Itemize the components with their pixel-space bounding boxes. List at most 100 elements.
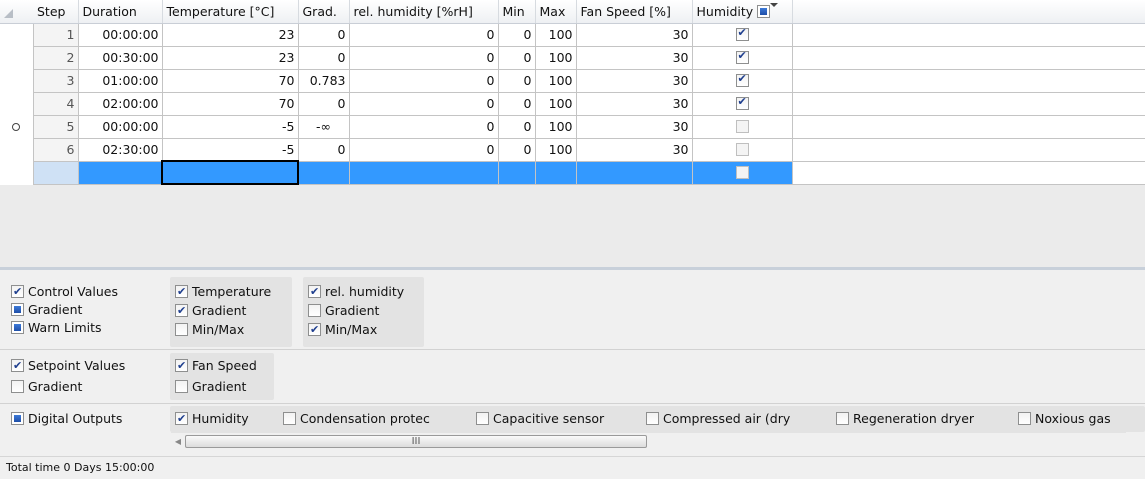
temperature-gradient-checkbox[interactable]: Gradient (175, 302, 246, 319)
temperature-minmax-checkbox[interactable]: Min/Max (175, 321, 244, 338)
scrollbar-thumb[interactable]: III (185, 435, 647, 448)
temperature-minmax-box[interactable] (175, 323, 188, 336)
options-horizontal-scrollbar[interactable]: ◀ III (171, 432, 1126, 449)
setpoint-values-box[interactable] (11, 357, 24, 374)
digital-output-checkbox[interactable]: Regeneration dryer (836, 410, 974, 427)
cell-grad[interactable]: 0 (297, 137, 350, 162)
cell-fan-speed[interactable]: 30 (575, 137, 693, 162)
cell-fan-speed[interactable]: 30 (575, 68, 693, 93)
cell-step[interactable]: 6 (32, 137, 79, 162)
cell-rel-humidity[interactable]: 0 (348, 91, 499, 116)
row-header[interactable] (0, 138, 34, 161)
col-header-duration[interactable]: Duration (78, 0, 163, 24)
cell-temperature[interactable]: 70 (161, 68, 299, 93)
cell-max[interactable]: 100 (534, 91, 577, 116)
rel-humidity-minmax-checkbox[interactable]: Min/Max (308, 321, 377, 338)
cell-grad[interactable]: 0.783 (297, 68, 350, 93)
humidity-checkbox[interactable] (735, 166, 749, 179)
cell-min[interactable]: 0 (497, 68, 536, 93)
control-gradient-checkbox[interactable]: Gradient (11, 301, 82, 318)
cell-max[interactable]: 100 (534, 45, 577, 70)
setpoint-gradient-checkbox[interactable]: Gradient (11, 378, 82, 395)
cell-min[interactable]: 0 (497, 137, 536, 162)
row-header[interactable] (0, 23, 34, 46)
digital-output-box[interactable] (646, 412, 659, 425)
digital-output-checkbox[interactable]: Noxious gas (1018, 410, 1111, 427)
scroll-left-arrow-icon[interactable]: ◀ (171, 433, 185, 450)
row-header[interactable] (0, 46, 34, 69)
cell-duration[interactable]: 01:00:00 (77, 68, 163, 93)
col-header-temperature[interactable]: Temperature [°C] (162, 0, 299, 24)
col-header-fan-speed[interactable]: Fan Speed [%] (576, 0, 693, 24)
cell-rel-humidity[interactable]: 0 (348, 45, 499, 70)
cell-fan-speed[interactable]: 30 (575, 114, 693, 139)
humidity-checkbox[interactable] (735, 143, 749, 156)
setpoint-gradient-box[interactable] (11, 380, 24, 393)
cell-rel-humidity[interactable]: 0 (348, 68, 499, 93)
warn-limits-checkbox[interactable]: Warn Limits (11, 319, 102, 336)
rel-humidity-box[interactable] (308, 283, 321, 300)
digital-output-checkbox[interactable]: Capacitive sensor (476, 410, 604, 427)
fan-speed-box[interactable] (175, 357, 188, 374)
temperature-gradient-box[interactable] (175, 302, 188, 319)
digital-output-box[interactable] (1018, 412, 1031, 425)
cell-rel-humidity[interactable]: 0 (348, 22, 499, 47)
control-values-checkbox[interactable]: Control Values (11, 283, 118, 300)
table-row[interactable]: 5 00:00:00 -5 -∞ 0 0 100 30 (0, 114, 1145, 139)
new-row-cell-duration[interactable] (77, 160, 163, 185)
table-row[interactable]: 2 00:30:00 23 0 0 0 100 30 (0, 45, 1145, 70)
cell-duration[interactable]: 00:00:00 (77, 22, 163, 47)
cell-min[interactable]: 0 (497, 91, 536, 116)
rel-humidity-checkbox[interactable]: rel. humidity (308, 283, 404, 300)
cell-duration[interactable]: 00:00:00 (77, 114, 163, 139)
cell-step[interactable]: 4 (32, 91, 79, 116)
cell-max[interactable]: 100 (534, 114, 577, 139)
cell-duration[interactable]: 02:30:00 (77, 137, 163, 162)
cell-temperature[interactable]: 70 (161, 91, 299, 116)
cell-min[interactable]: 0 (497, 114, 536, 139)
control-values-box[interactable] (11, 283, 24, 300)
cell-max[interactable]: 100 (534, 22, 577, 47)
cell-humidity[interactable] (691, 45, 793, 70)
humidity-checkbox[interactable] (735, 72, 749, 87)
digital-output-checkbox[interactable]: Condensation protec (283, 410, 430, 427)
cell-step[interactable]: 5 (32, 114, 79, 139)
new-row[interactable] (0, 160, 1145, 185)
rel-humidity-gradient-box[interactable] (308, 304, 321, 317)
cell-duration[interactable]: 02:00:00 (77, 91, 163, 116)
cell-step[interactable]: 1 (32, 22, 79, 47)
col-header-rel-humidity[interactable]: rel. humidity [%rH] (349, 0, 499, 24)
digital-outputs-box[interactable] (11, 412, 24, 425)
humidity-checkbox[interactable] (735, 26, 749, 41)
digital-output-box[interactable] (283, 412, 296, 425)
cell-grad[interactable]: 0 (297, 45, 350, 70)
cell-humidity[interactable] (691, 137, 793, 162)
cell-humidity[interactable] (691, 91, 793, 116)
cell-grad[interactable]: 0 (297, 22, 350, 47)
cell-temperature-editing[interactable] (161, 160, 299, 185)
cell-temperature[interactable]: -5 (161, 114, 299, 139)
digital-output-checkbox[interactable]: Humidity (175, 410, 249, 427)
fan-speed-checkbox[interactable]: Fan Speed (175, 357, 257, 374)
new-row-cell-max[interactable] (534, 160, 577, 185)
cell-max[interactable]: 100 (534, 137, 577, 162)
cell-humidity[interactable] (691, 22, 793, 47)
col-header-max[interactable]: Max (535, 0, 577, 24)
cell-temperature[interactable]: 23 (161, 22, 299, 47)
humidity-checkbox[interactable] (735, 49, 749, 64)
cell-temperature[interactable]: 23 (161, 45, 299, 70)
cell-humidity[interactable] (691, 114, 793, 139)
col-header-min[interactable]: Min (498, 0, 536, 24)
humidity-checkbox[interactable] (735, 120, 749, 133)
cell-step[interactable]: 3 (32, 68, 79, 93)
rel-humidity-gradient-checkbox[interactable]: Gradient (308, 302, 379, 319)
cell-grad[interactable]: -∞ (297, 114, 350, 139)
col-header-step[interactable]: Step (33, 0, 79, 24)
cell-fan-speed[interactable]: 30 (575, 22, 693, 47)
new-row-cell-grad[interactable] (297, 160, 350, 185)
humidity-checkbox[interactable] (735, 95, 749, 110)
new-row-cell-step[interactable] (32, 160, 79, 185)
new-row-cell-rel-humidity[interactable] (348, 160, 499, 185)
cell-temperature[interactable]: -5 (161, 137, 299, 162)
select-all-corner[interactable] (0, 0, 33, 24)
